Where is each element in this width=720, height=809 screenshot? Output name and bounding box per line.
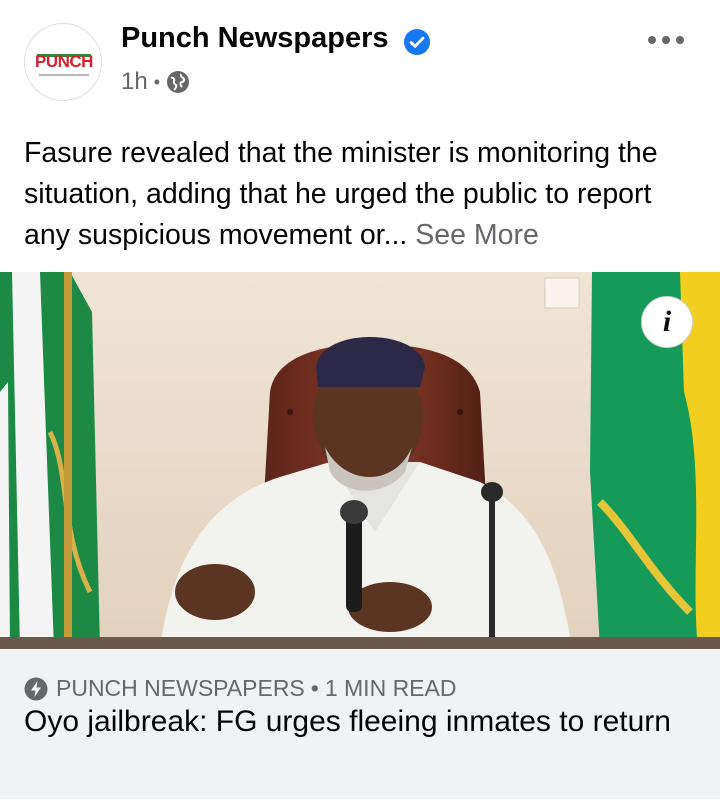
source-separator: • [310, 675, 319, 701]
globe-icon [167, 71, 190, 93]
more-horizontal-icon[interactable] [646, 28, 686, 52]
info-icon: i [662, 305, 672, 338]
avatar-logo-text: PUNCH [35, 52, 93, 71]
post-meta: 1h • [121, 68, 190, 96]
info-button[interactable]: i [641, 296, 693, 348]
minister-photo [0, 272, 720, 649]
read-time: 1 MIN READ [324, 675, 457, 701]
link-source: PUNCH NEWSPAPERS • 1 MIN READ [24, 675, 456, 702]
post-bottom-divider [0, 799, 720, 809]
lightning-bolt-icon [24, 677, 48, 700]
page-name-link[interactable]: Punch Newspapers [121, 22, 389, 55]
post-header: PUNCH Punch Newspapers 1h • [0, 0, 720, 120]
see-more-link[interactable]: See More [415, 219, 539, 251]
source-name: PUNCH NEWSPAPERS [56, 675, 305, 701]
post-caption: Fasure revealed that the minister is mon… [24, 133, 704, 256]
meta-separator: • [153, 71, 161, 92]
page-avatar[interactable]: PUNCH [24, 23, 102, 101]
logo-underline [39, 74, 89, 76]
link-headline[interactable]: Oyo jailbreak: FG urges fleeing inmates … [24, 702, 684, 741]
link-preview-image[interactable] [0, 272, 720, 649]
verified-badge-icon [404, 29, 430, 55]
post-timestamp[interactable]: 1h [121, 68, 148, 96]
caption-text: Fasure revealed that the minister is mon… [24, 137, 658, 251]
